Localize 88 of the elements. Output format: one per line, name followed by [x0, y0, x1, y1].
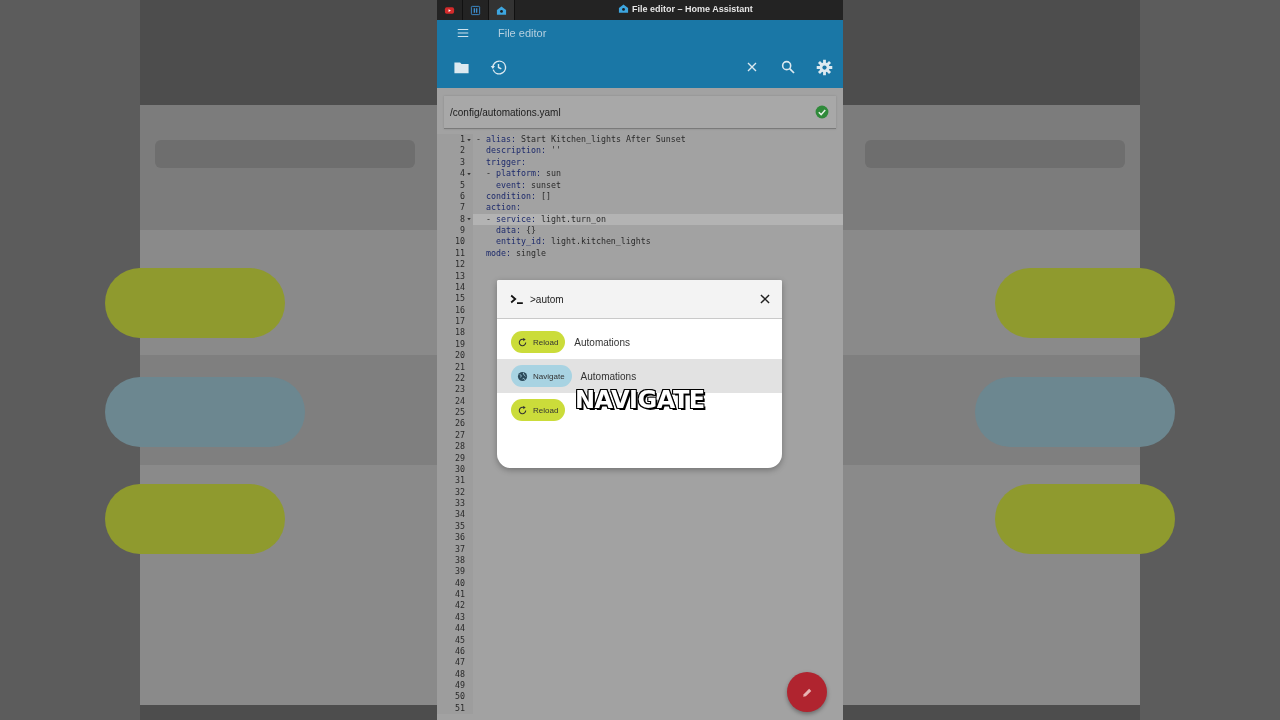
close-icon[interactable] [758, 292, 772, 306]
line-number: 34 [455, 509, 465, 521]
line-number: 48 [455, 668, 465, 680]
line-number: 13 [455, 270, 465, 282]
line-number: 3 [460, 156, 465, 169]
command-label: Automations [574, 336, 630, 348]
globe-icon [517, 370, 528, 382]
line-number: 21 [455, 361, 465, 373]
code-line: data: {} [495, 225, 536, 235]
line-number: 4 [460, 168, 465, 180]
line-number: 1 [460, 134, 465, 146]
line-number: 33 [455, 498, 465, 510]
line-number: 49 [455, 680, 465, 692]
fold-arrow-icon[interactable] [466, 136, 472, 143]
line-number: 15 [455, 293, 465, 305]
command-chip[interactable]: Reload [511, 331, 566, 353]
reload-icon [517, 336, 528, 348]
line-number: 50 [455, 691, 465, 703]
file-path-field[interactable]: /config/automations.yaml [444, 96, 836, 129]
terminal-icon [510, 292, 524, 306]
line-number: 29 [455, 452, 465, 464]
fold-arrow-icon[interactable] [466, 170, 472, 177]
line-number: 32 [455, 486, 465, 498]
command-chip: Navigate [511, 365, 572, 387]
line-number: 28 [455, 441, 465, 453]
line-number: 7 [460, 202, 465, 214]
line-number: 17 [455, 316, 465, 328]
line-number: 42 [455, 600, 465, 612]
code-line: action: [485, 202, 521, 213]
line-number: 43 [455, 611, 465, 624]
code-line: - service: light.turn_on [485, 213, 606, 224]
line-number: 10 [455, 236, 465, 248]
history-icon[interactable] [490, 58, 507, 76]
line-number: 31 [455, 475, 465, 487]
line-number: 35 [455, 520, 465, 533]
code-line: - platform: sun [485, 168, 561, 179]
line-number: 11 [455, 247, 465, 260]
line-number: 16 [455, 304, 465, 316]
code-line: entity_id: light.kitchen_lights [495, 236, 651, 247]
line-number: 47 [455, 657, 465, 669]
code-line: - alias: Start Kitchen_lights After Sunset [476, 134, 686, 144]
command-label: Automations [580, 370, 637, 382]
line-number: 41 [455, 589, 465, 601]
house-icon [496, 4, 507, 16]
line-number: 27 [455, 429, 465, 442]
line-number: 45 [455, 634, 465, 646]
line-number: 36 [455, 532, 465, 544]
house-icon [618, 3, 629, 14]
line-number: 8 [460, 213, 465, 225]
line-number: 46 [455, 645, 465, 658]
line-number: 40 [455, 577, 465, 589]
panel-icon [470, 4, 481, 16]
line-number: 14 [455, 281, 465, 294]
line-number: 44 [455, 623, 465, 635]
line-number: 22 [455, 372, 465, 385]
line-number: 39 [455, 566, 465, 578]
line-number: 6 [460, 190, 465, 203]
line-number: 30 [455, 463, 465, 476]
line-number: 18 [455, 327, 465, 339]
code-line: description: '' [485, 145, 561, 156]
line-number: 5 [460, 179, 465, 191]
line-number: 24 [455, 395, 465, 407]
line-number: 26 [455, 418, 465, 430]
home-tab[interactable] [489, 0, 515, 20]
line-number: 12 [455, 259, 465, 271]
window-title: File editor – Home Assistant [632, 3, 753, 14]
line-number: 2 [460, 145, 465, 157]
menu-icon[interactable] [456, 26, 470, 40]
line-number: 37 [455, 543, 465, 555]
line-number: 20 [455, 350, 465, 362]
code-line: condition: [] [485, 190, 551, 201]
fold-arrow-icon[interactable] [466, 216, 472, 223]
line-number: 19 [455, 338, 465, 351]
code-line: trigger: [485, 156, 526, 167]
line-number: 23 [455, 384, 465, 396]
code-line: mode: single [485, 247, 546, 258]
edit-button[interactable] [787, 672, 827, 712]
reload-icon [517, 404, 528, 416]
line-number: 51 [455, 702, 465, 715]
line-number: 25 [455, 407, 465, 419]
command-chip[interactable]: Reload [511, 399, 566, 421]
search-icon[interactable] [780, 59, 796, 75]
play-icon [444, 4, 455, 16]
code-line: event: sunset [495, 179, 561, 190]
line-number: 38 [455, 554, 465, 567]
line-number: 9 [460, 225, 465, 237]
settings-icon[interactable] [816, 58, 833, 76]
app-title: File editor [498, 27, 547, 39]
